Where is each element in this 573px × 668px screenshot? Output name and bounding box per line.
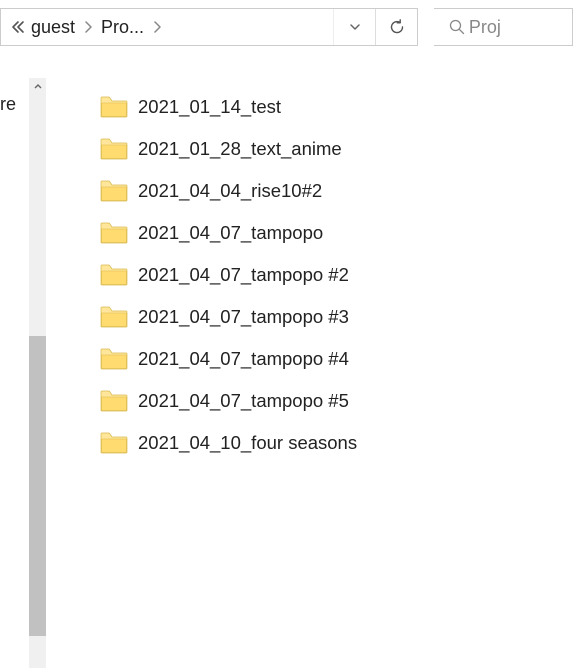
list-item[interactable]: 2021_04_07_tampopo #2 [100, 254, 573, 296]
scroll-up-arrow-icon[interactable] [29, 78, 46, 95]
list-item[interactable]: 2021_01_14_test [100, 86, 573, 128]
breadcrumb[interactable]: guest Pro... [0, 8, 418, 46]
list-item[interactable]: 2021_04_07_tampopo #4 [100, 338, 573, 380]
folder-icon [100, 390, 128, 412]
folder-icon [100, 96, 128, 118]
breadcrumb-path[interactable]: guest Pro... [1, 17, 333, 38]
folder-icon [100, 306, 128, 328]
list-item[interactable]: 2021_04_10_four seasons [100, 422, 573, 464]
address-toolbar: guest Pro... [0, 0, 573, 50]
refresh-icon [388, 18, 406, 36]
search-input[interactable] [469, 17, 572, 38]
folder-name: 2021_04_07_tampopo #4 [138, 348, 349, 370]
chevron-right-icon[interactable] [152, 21, 162, 33]
breadcrumb-overflow-icon[interactable] [11, 20, 25, 34]
chevron-right-icon[interactable] [83, 21, 93, 33]
search-box[interactable] [434, 8, 573, 46]
breadcrumb-history-dropdown[interactable] [333, 9, 375, 45]
file-list[interactable]: 2021_01_14_test 2021_01_28_text_anime 20… [40, 50, 573, 640]
scrollbar-thumb[interactable] [29, 336, 46, 636]
chevron-down-icon [348, 20, 362, 34]
folder-name: 2021_04_07_tampopo [138, 222, 323, 244]
list-item[interactable]: 2021_01_28_text_anime [100, 128, 573, 170]
folder-icon [100, 264, 128, 286]
folder-name: 2021_04_07_tampopo #3 [138, 306, 349, 328]
folder-name: 2021_01_28_text_anime [138, 138, 342, 160]
list-item[interactable]: 2021_04_07_tampopo #3 [100, 296, 573, 338]
folder-icon [100, 180, 128, 202]
search-icon [446, 18, 469, 36]
list-item[interactable]: 2021_04_04_rise10#2 [100, 170, 573, 212]
folder-name: 2021_01_14_test [138, 96, 281, 118]
sidebar-item-fragment[interactable]: ere [0, 94, 16, 115]
folder-icon [100, 138, 128, 160]
folder-name: 2021_04_10_four seasons [138, 432, 357, 454]
list-item[interactable]: 2021_04_07_tampopo [100, 212, 573, 254]
folder-name: 2021_04_07_tampopo #2 [138, 264, 349, 286]
folder-name: 2021_04_04_rise10#2 [138, 180, 322, 202]
navigation-pane[interactable]: ere [0, 50, 40, 640]
refresh-button[interactable] [375, 9, 417, 45]
breadcrumb-seg-2[interactable]: Pro... [99, 17, 146, 38]
content-area: ere 2021_01_14_test 2021_01_28_text_anim… [0, 50, 573, 640]
folder-icon [100, 348, 128, 370]
folder-name: 2021_04_07_tampopo #5 [138, 390, 349, 412]
list-item[interactable]: 2021_04_07_tampopo #5 [100, 380, 573, 422]
sidebar-scrollbar[interactable] [29, 78, 46, 668]
breadcrumb-seg-1[interactable]: guest [29, 17, 77, 38]
folder-icon [100, 432, 128, 454]
folder-icon [100, 222, 128, 244]
